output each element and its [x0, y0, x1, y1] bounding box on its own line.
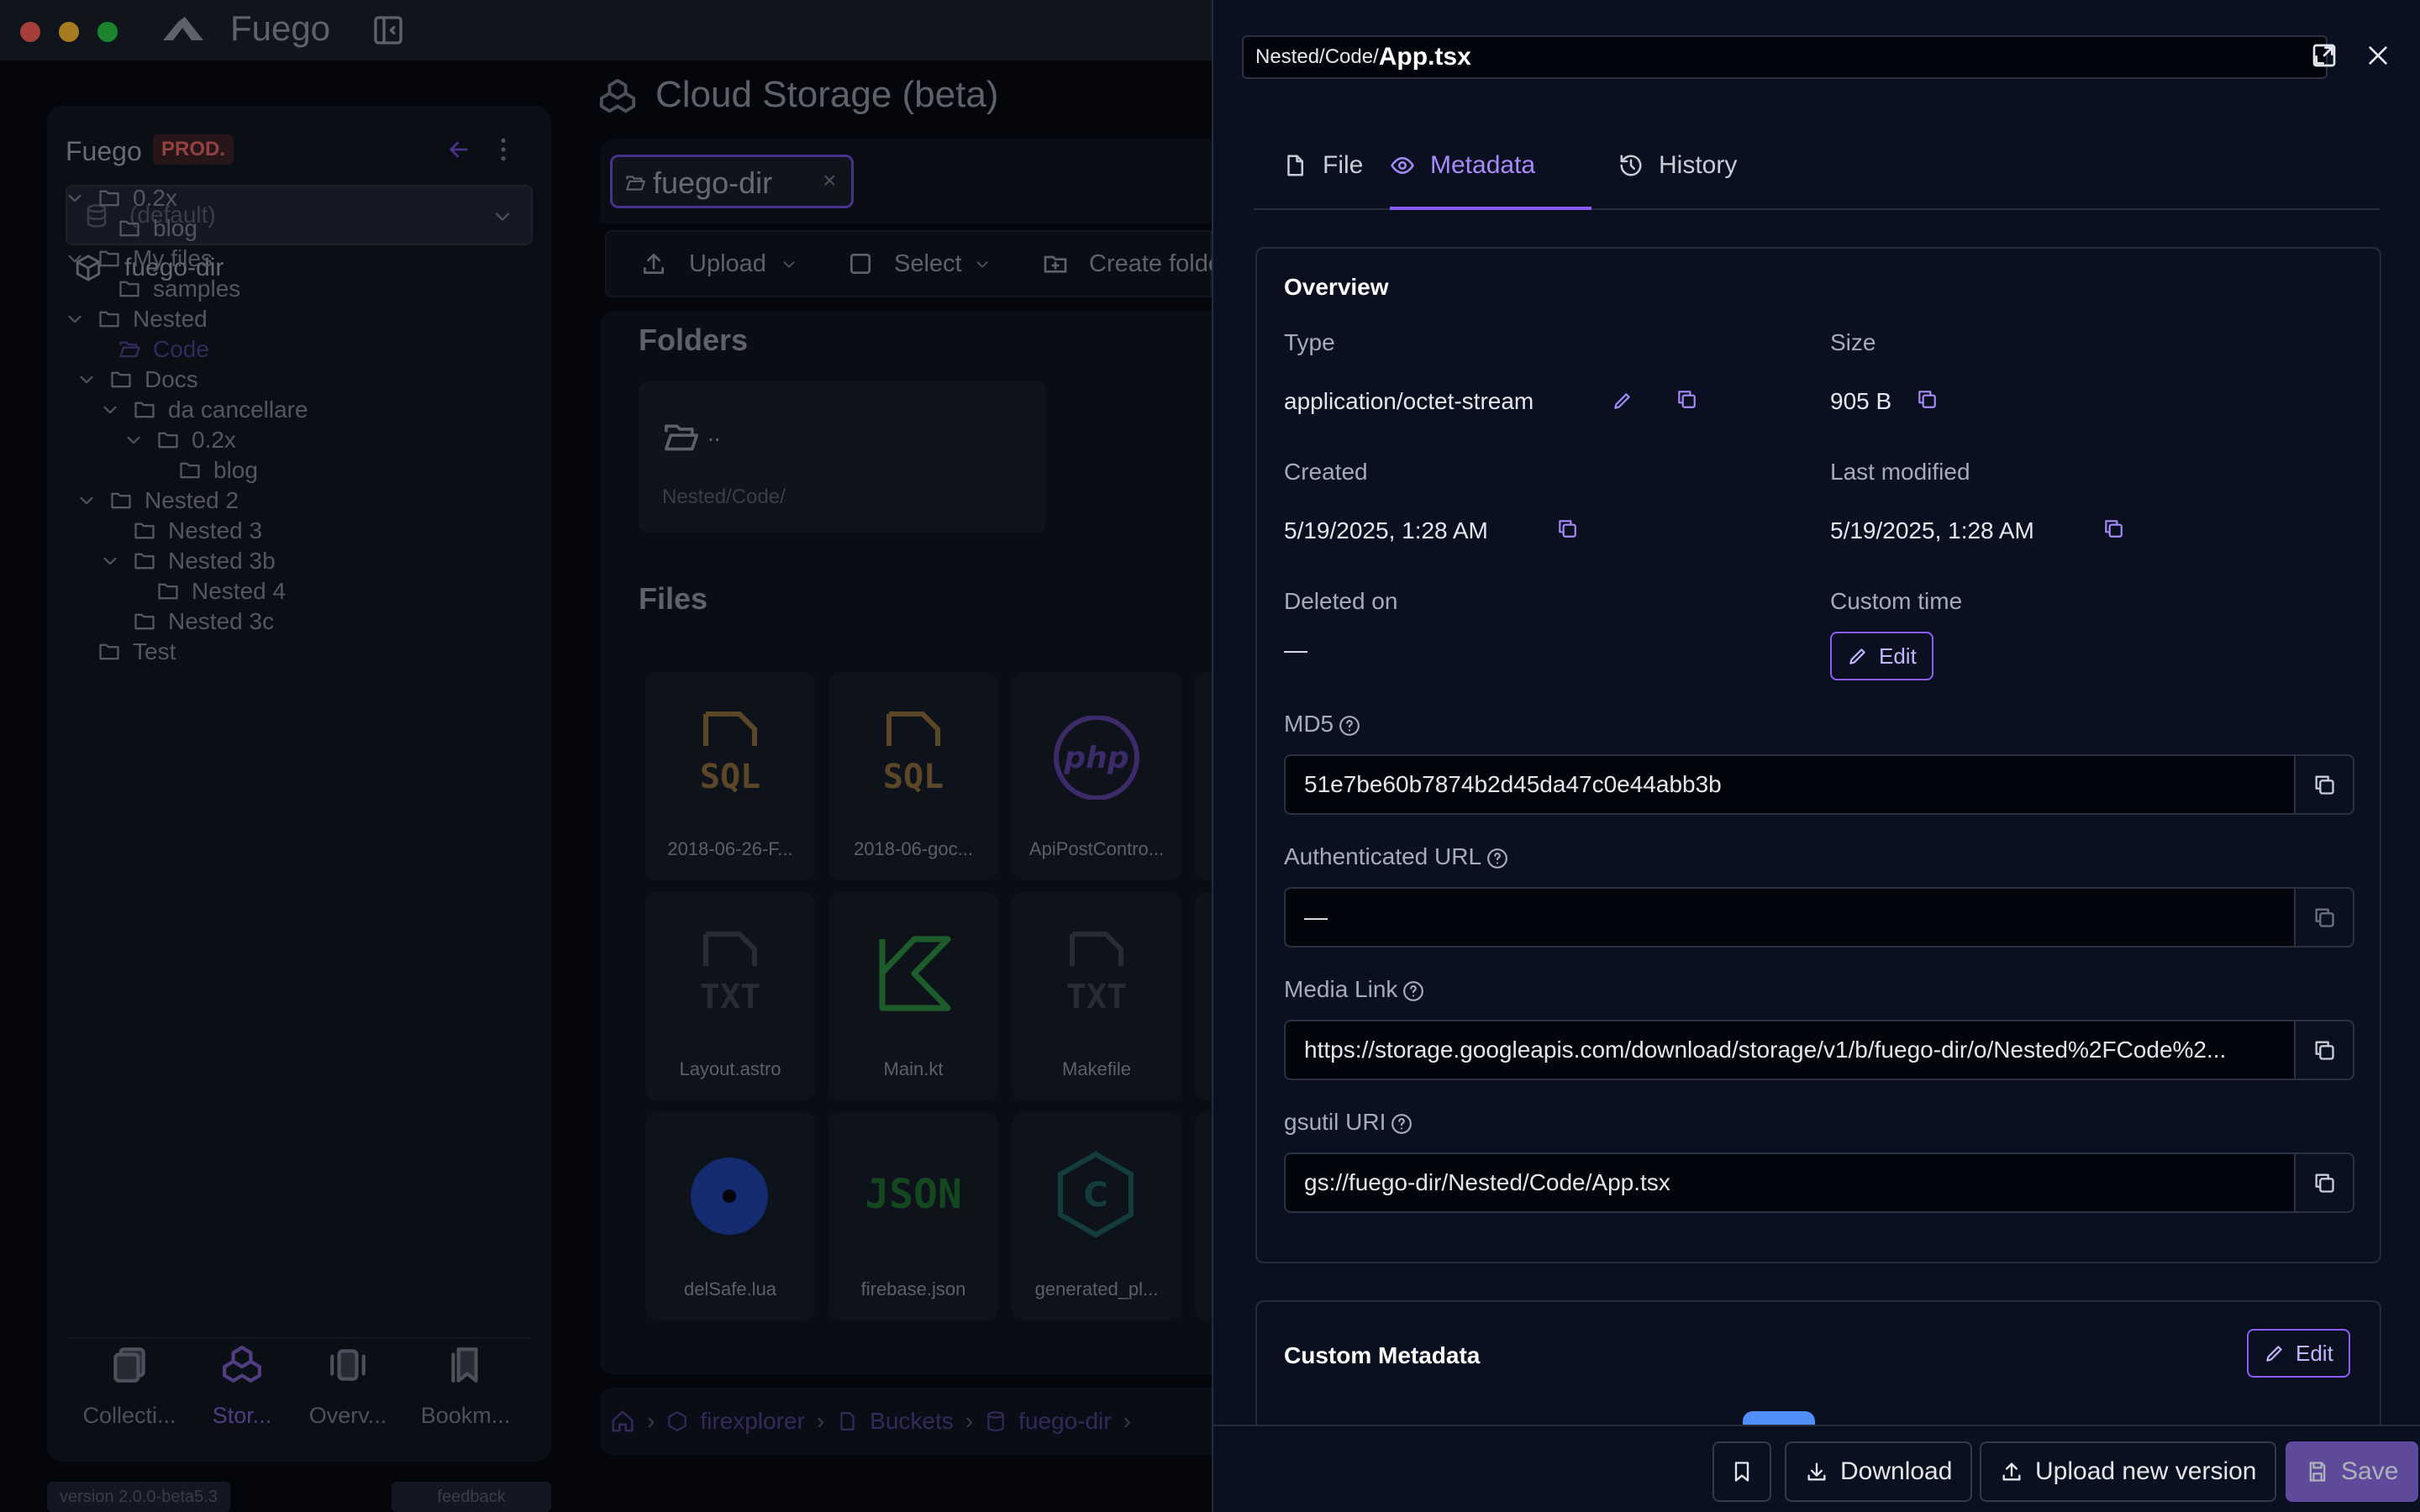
overview-card: Overview Type application/octet-stream S… — [1255, 247, 2381, 1263]
edit-label: Edit — [1879, 643, 1917, 669]
size-label: Size — [1830, 329, 1876, 355]
media-link-label: Media Link — [1284, 976, 1424, 1003]
custom-metadata-edit-button[interactable]: Edit — [2247, 1329, 2350, 1378]
file-icon — [1287, 155, 1303, 176]
copy-icon — [2315, 775, 2334, 795]
save-label: Save — [2341, 1457, 2399, 1485]
download-icon — [1807, 1462, 1826, 1481]
tab-label: File — [1323, 151, 1364, 179]
copy-icon — [2315, 1041, 2334, 1060]
help-icon[interactable] — [1402, 980, 1424, 1002]
gsutil-copy-button[interactable] — [2296, 1152, 2354, 1213]
file-path-prefix: Nested/Code/ — [1255, 45, 1379, 68]
deleted-label: Deleted on — [1284, 588, 1398, 614]
upload-icon — [2002, 1462, 2021, 1481]
media-link-field[interactable]: https://storage.googleapis.com/download/… — [1284, 1020, 2296, 1080]
bookmark-button[interactable] — [1712, 1441, 1771, 1502]
tab-label: Metadata — [1430, 151, 1536, 179]
active-tab-indicator — [1390, 207, 1591, 210]
md5-copy-button[interactable] — [2296, 754, 2354, 815]
edit-label: Edit — [2296, 1340, 2333, 1366]
modified-label: Last modified — [1830, 459, 1970, 485]
tab-label: History — [1659, 151, 1738, 179]
edit-pencil-icon — [2266, 1346, 2282, 1362]
type-value: application/octet-stream — [1284, 388, 1534, 414]
auth-url-field[interactable]: — — [1284, 887, 2296, 948]
file-details-panel: Nested/Code/App.tsx File Metadata Histor… — [1212, 0, 2420, 1512]
custom-time-label: Custom time — [1830, 588, 1963, 614]
size-value: 905 B — [1830, 388, 1892, 414]
download-button[interactable]: Download — [1785, 1441, 1973, 1502]
history-icon — [1620, 155, 1642, 176]
copy-icon[interactable] — [1916, 388, 1938, 410]
copy-icon[interactable] — [1556, 517, 1578, 539]
copy-icon[interactable] — [2102, 517, 2124, 539]
custom-metadata-card: Custom Metadata Edit — [1255, 1300, 2381, 1435]
help-icon[interactable] — [1486, 848, 1508, 869]
copy-icon[interactable] — [1676, 388, 1697, 410]
gsutil-label: gsutil URI — [1284, 1109, 1413, 1136]
eye-icon — [1391, 157, 1414, 174]
modal-overlay[interactable] — [0, 0, 1212, 1512]
copy-icon — [2315, 908, 2334, 927]
upload-new-version-button[interactable]: Upload new version — [1980, 1441, 2277, 1502]
file-path-field[interactable]: Nested/Code/App.tsx — [1242, 35, 2328, 79]
copy-icon — [2315, 1173, 2334, 1193]
save-icon — [2309, 1462, 2326, 1482]
gsutil-field[interactable]: gs://fuego-dir/Nested/Code/App.tsx — [1284, 1152, 2296, 1213]
tab-metadata[interactable]: Metadata — [1390, 151, 1535, 180]
md5-label: MD5 — [1284, 711, 1360, 738]
bookmark-icon — [1734, 1462, 1749, 1482]
edit-pencil-icon — [1849, 648, 1865, 664]
file-name-title: App.tsx — [1378, 43, 1471, 71]
panel-footer: Download Upload new version Save — [1213, 1425, 2420, 1512]
close-icon[interactable] — [2365, 42, 2391, 69]
created-label: Created — [1284, 459, 1368, 485]
deleted-value: — — [1284, 637, 1307, 663]
download-label: Download — [1840, 1457, 1953, 1485]
custom-time-edit-button[interactable]: Edit — [1830, 632, 1933, 680]
edit-pencil-icon[interactable] — [1612, 390, 1634, 412]
help-icon[interactable] — [1391, 1113, 1413, 1135]
md5-field[interactable]: 51e7be60b7874b2d45da47c0e44abb3b — [1284, 754, 2296, 815]
tab-file[interactable]: File — [1282, 151, 1363, 180]
tab-history[interactable]: History — [1618, 151, 1737, 180]
created-value: 5/19/2025, 1:28 AM — [1284, 517, 1488, 543]
save-button[interactable]: Save — [2286, 1441, 2419, 1502]
type-label: Type — [1284, 329, 1335, 355]
modified-value: 5/19/2025, 1:28 AM — [1830, 517, 2034, 543]
auth-url-label: Authenticated URL — [1284, 843, 1508, 870]
overview-title: Overview — [1284, 274, 1389, 300]
auth-url-copy-button[interactable] — [2296, 887, 2354, 948]
open-external-icon[interactable] — [2311, 42, 2338, 69]
upload-new-version-label: Upload new version — [2035, 1457, 2257, 1485]
custom-metadata-title: Custom Metadata — [1284, 1342, 1481, 1368]
help-icon[interactable] — [1339, 715, 1360, 737]
media-link-copy-button[interactable] — [2296, 1020, 2354, 1080]
